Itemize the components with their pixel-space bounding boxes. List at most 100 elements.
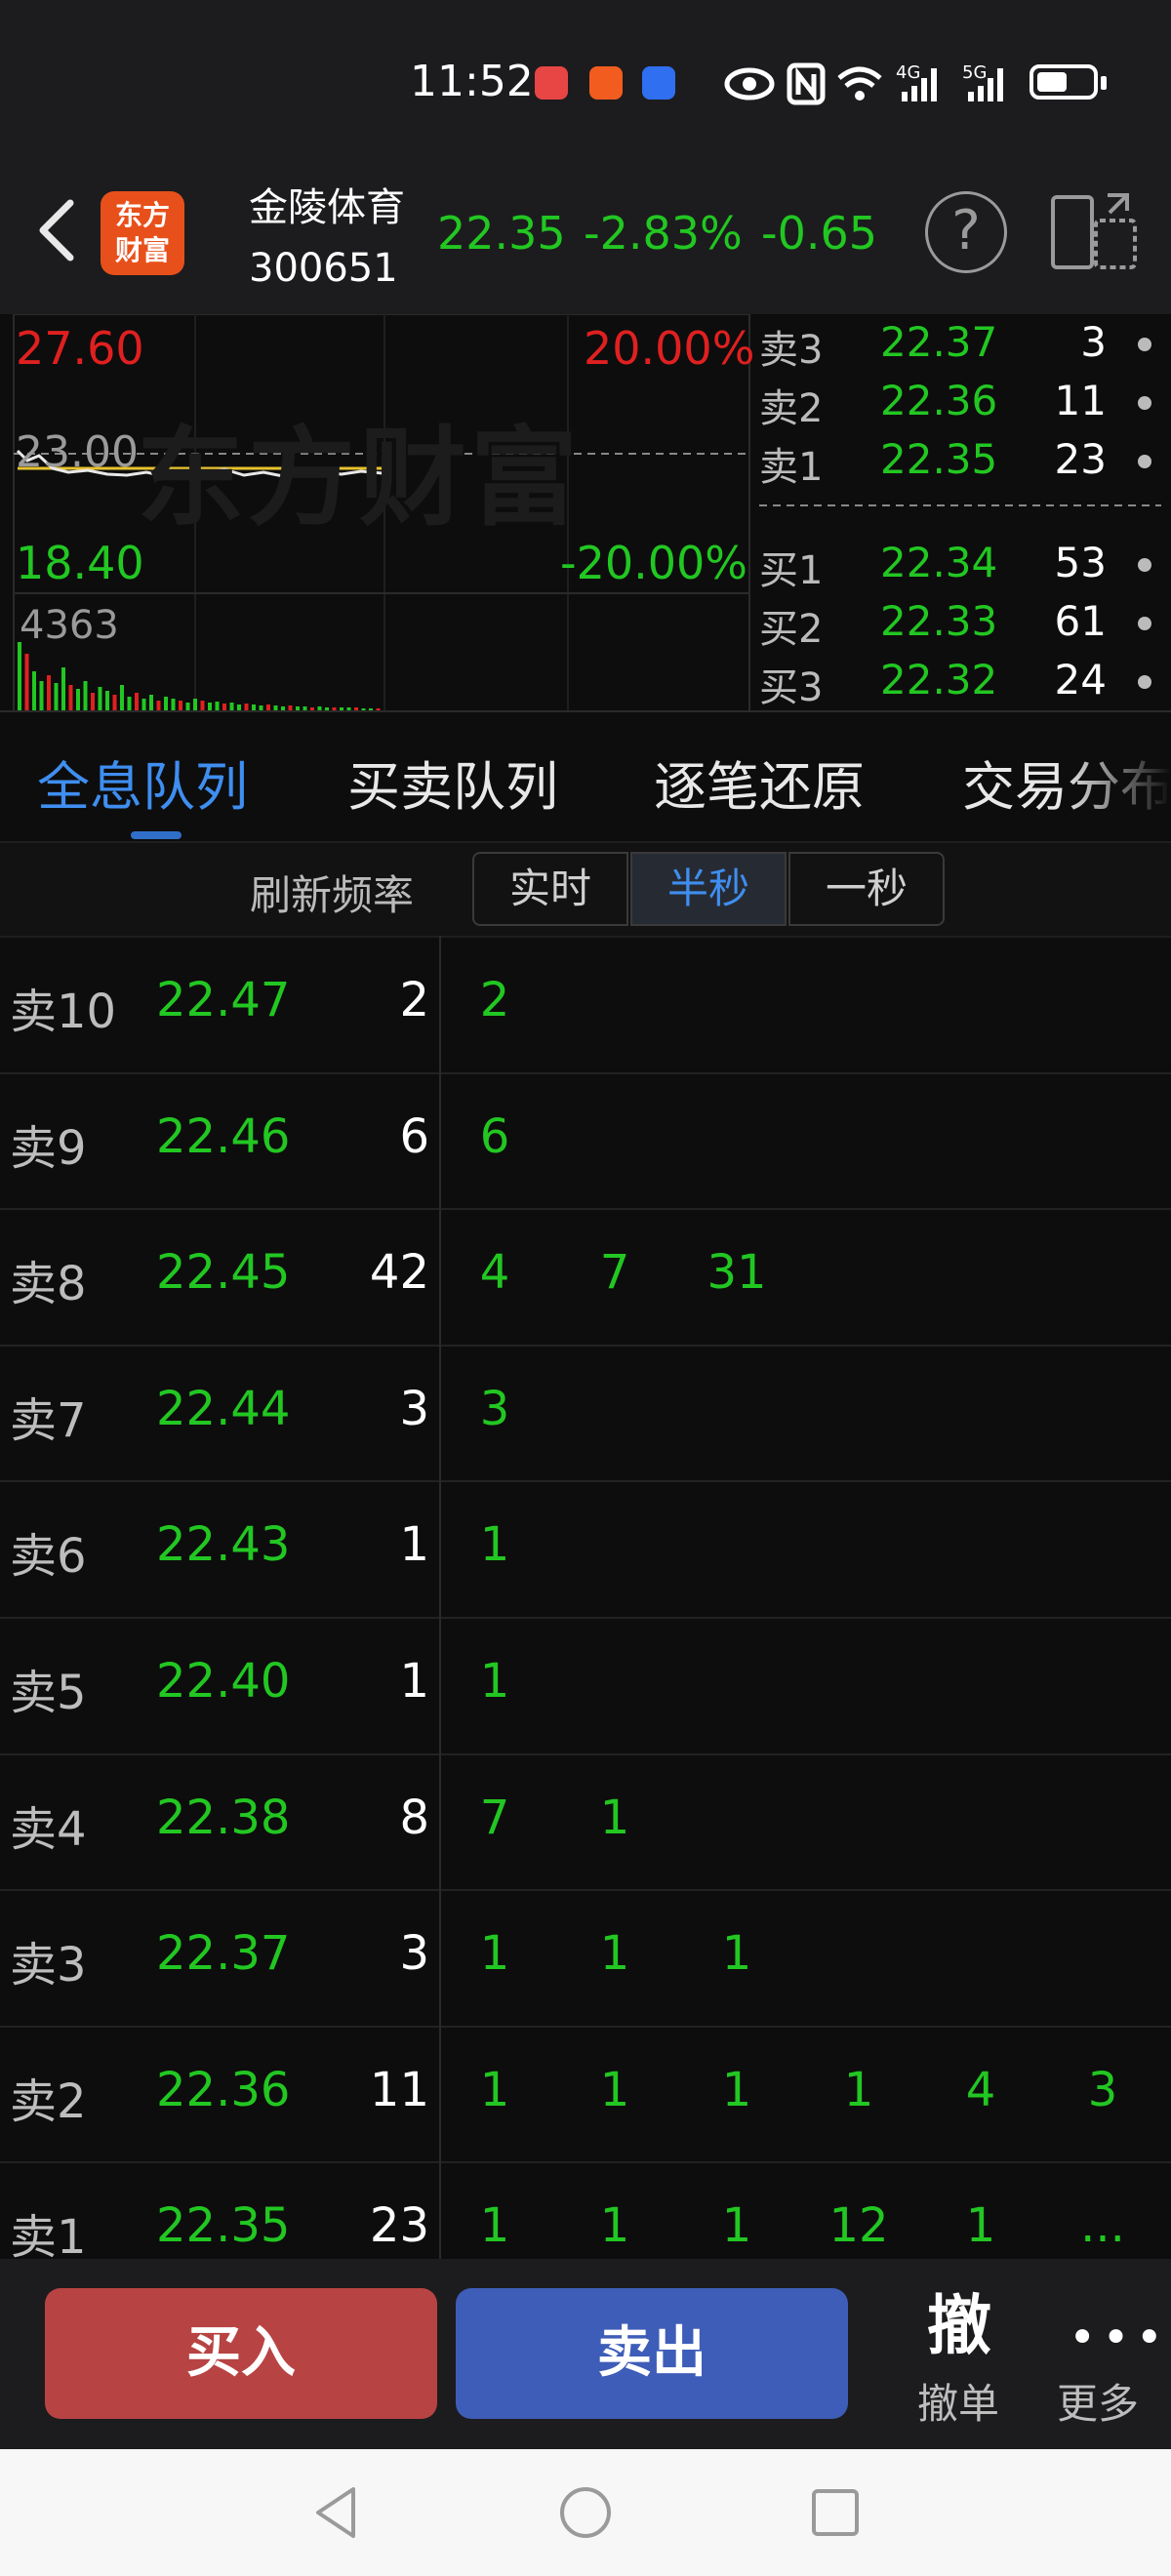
queue-level-total: 11 (369, 2062, 429, 2117)
queue-level-label: 卖7 (10, 1392, 87, 1448)
volume-bar (273, 705, 278, 710)
lower-limit-pct: -20.00% (560, 537, 747, 589)
volume-bar (76, 689, 80, 710)
current-price: 22.35 (437, 207, 566, 260)
eastmoney-logo: 东方 财富 (101, 191, 184, 275)
orderbook-ask2-label: 卖2 (759, 386, 824, 431)
refresh-option-one-second[interactable]: 一秒 (788, 852, 945, 926)
queue-order-size: ... (1080, 2198, 1125, 2254)
orderbook-ask2-dot (1138, 396, 1151, 410)
orderbook-bid1-label: 买1 (759, 548, 824, 593)
queue-order-size: 1 (599, 2198, 630, 2254)
volume-bar (200, 701, 205, 710)
queue-order-size: 4 (479, 1245, 510, 1301)
nav-recents-icon[interactable] (808, 2483, 863, 2542)
queue-level-label: 卖3 (10, 1938, 87, 1993)
volume-bar (83, 681, 88, 710)
orderbook-bid3-dot (1138, 675, 1151, 689)
table-row[interactable]: 卖2 22.36 11 1 1 1 1 4 3 (0, 2026, 1171, 2164)
orderbook-bid2-qty: 61 (1054, 597, 1107, 645)
queue-order-size: 3 (479, 1381, 510, 1436)
more-icon[interactable]: ••• (1069, 2311, 1169, 2365)
table-row[interactable]: 卖5 22.40 1 1 (0, 1617, 1171, 1755)
battery-tip (1101, 76, 1107, 90)
volume-bar (229, 703, 234, 710)
table-row[interactable]: 卖6 22.43 1 1 (0, 1480, 1171, 1619)
tab-buy-sell-queue[interactable]: 买卖队列 (347, 744, 558, 821)
queue-order-size: 31 (707, 1245, 767, 1301)
volume-bar (340, 707, 343, 710)
upper-limit-pct: 20.00% (584, 322, 755, 375)
orderbook-bid3-price: 22.32 (880, 656, 998, 704)
help-icon[interactable]: ? (925, 191, 1007, 273)
orderbook-ask1-qty: 23 (1054, 435, 1107, 483)
queue-level-label: 卖4 (10, 1801, 87, 1857)
volume-bar (18, 642, 21, 710)
queue-order-size: 7 (599, 1245, 630, 1301)
cancel-order-icon[interactable]: 撤 (927, 2274, 991, 2367)
orderbook-bid3-label: 买3 (759, 665, 824, 710)
assistant-app-icon (642, 66, 675, 100)
table-row[interactable]: 卖10 22.47 2 2 (0, 936, 1171, 1074)
refresh-option-half-second[interactable]: 半秒 (630, 852, 787, 926)
active-tab-indicator (131, 831, 182, 839)
volume-bar (266, 704, 270, 710)
cancel-order-label[interactable]: 撤单 (917, 2371, 999, 2431)
volume-bar (185, 703, 190, 710)
split-layout-icon[interactable] (1049, 191, 1139, 273)
refresh-rate-label: 刷新频率 (250, 871, 415, 919)
more-label[interactable]: 更多 (1057, 2371, 1139, 2431)
orderbook-ask2-price: 22.36 (880, 377, 998, 424)
queue-level-label: 卖9 (10, 1120, 87, 1176)
table-row[interactable]: 卖4 22.38 8 7 1 (0, 1753, 1171, 1892)
orderbook-panel[interactable]: 卖3 22.37 3 卖2 22.36 11 卖1 22.35 23 买1 22… (751, 314, 1171, 712)
refresh-option-realtime[interactable]: 实时 (472, 852, 628, 926)
volume-bar (149, 695, 153, 710)
orderbook-ask3-dot (1138, 338, 1151, 351)
orderbook-bid3-qty: 24 (1054, 656, 1107, 704)
logo-text-bottom: 财富 (114, 234, 170, 266)
change-amount: -0.65 (761, 207, 878, 260)
tab-full-queue[interactable]: 全息队列 (37, 744, 248, 821)
huawei-app-icon (535, 66, 568, 100)
volume-bar (354, 707, 358, 710)
table-row[interactable]: 卖3 22.37 3 1 1 1 (0, 1889, 1171, 2028)
nav-back-icon[interactable] (308, 2483, 363, 2542)
signal-5g-icon (968, 68, 1003, 101)
table-row[interactable]: 卖9 22.46 6 6 (0, 1072, 1171, 1211)
queue-order-size: 1 (721, 2198, 752, 2254)
nfc-icon (787, 62, 826, 105)
volume-bar (54, 683, 59, 710)
volume-bar (259, 705, 263, 710)
status-time: 11:52 (410, 57, 534, 106)
battery-icon (1030, 64, 1098, 100)
queue-order-size: 3 (1087, 2062, 1118, 2117)
queue-order-size: 1 (721, 1926, 752, 1982)
volume-bar (39, 681, 44, 710)
nav-home-icon[interactable] (558, 2483, 613, 2542)
change-percent: -2.83% (584, 207, 743, 260)
queue-level-total: 8 (399, 1790, 429, 1845)
orderbook-bid1-dot (1138, 558, 1151, 572)
volume-bar (68, 685, 73, 710)
queue-level-label: 卖8 (10, 1257, 87, 1312)
buy-button[interactable]: 买入 (45, 2288, 437, 2419)
back-arrow-icon[interactable] (27, 191, 86, 269)
sell-button[interactable]: 卖出 (456, 2288, 848, 2419)
eye-icon (724, 67, 775, 101)
volume-bar (24, 654, 29, 710)
queue-level-price: 22.35 (156, 2198, 291, 2254)
volume-bar (215, 702, 220, 710)
volume-bar (120, 685, 124, 710)
queue-order-size: 1 (599, 1926, 630, 1982)
queue-level-label: 卖1 (10, 2210, 87, 2266)
volume-bar (135, 693, 139, 710)
table-row[interactable]: 卖7 22.44 3 3 (0, 1345, 1171, 1483)
queue-order-size: 1 (721, 2062, 752, 2117)
stock-code: 300651 (249, 246, 398, 291)
volume-bar (105, 691, 109, 710)
volume-bar (179, 701, 182, 710)
tab-tick-restore[interactable]: 逐笔还原 (654, 744, 865, 821)
table-row[interactable]: 卖8 22.45 42 4 7 31 (0, 1208, 1171, 1347)
queue-level-label: 卖10 (10, 985, 117, 1039)
